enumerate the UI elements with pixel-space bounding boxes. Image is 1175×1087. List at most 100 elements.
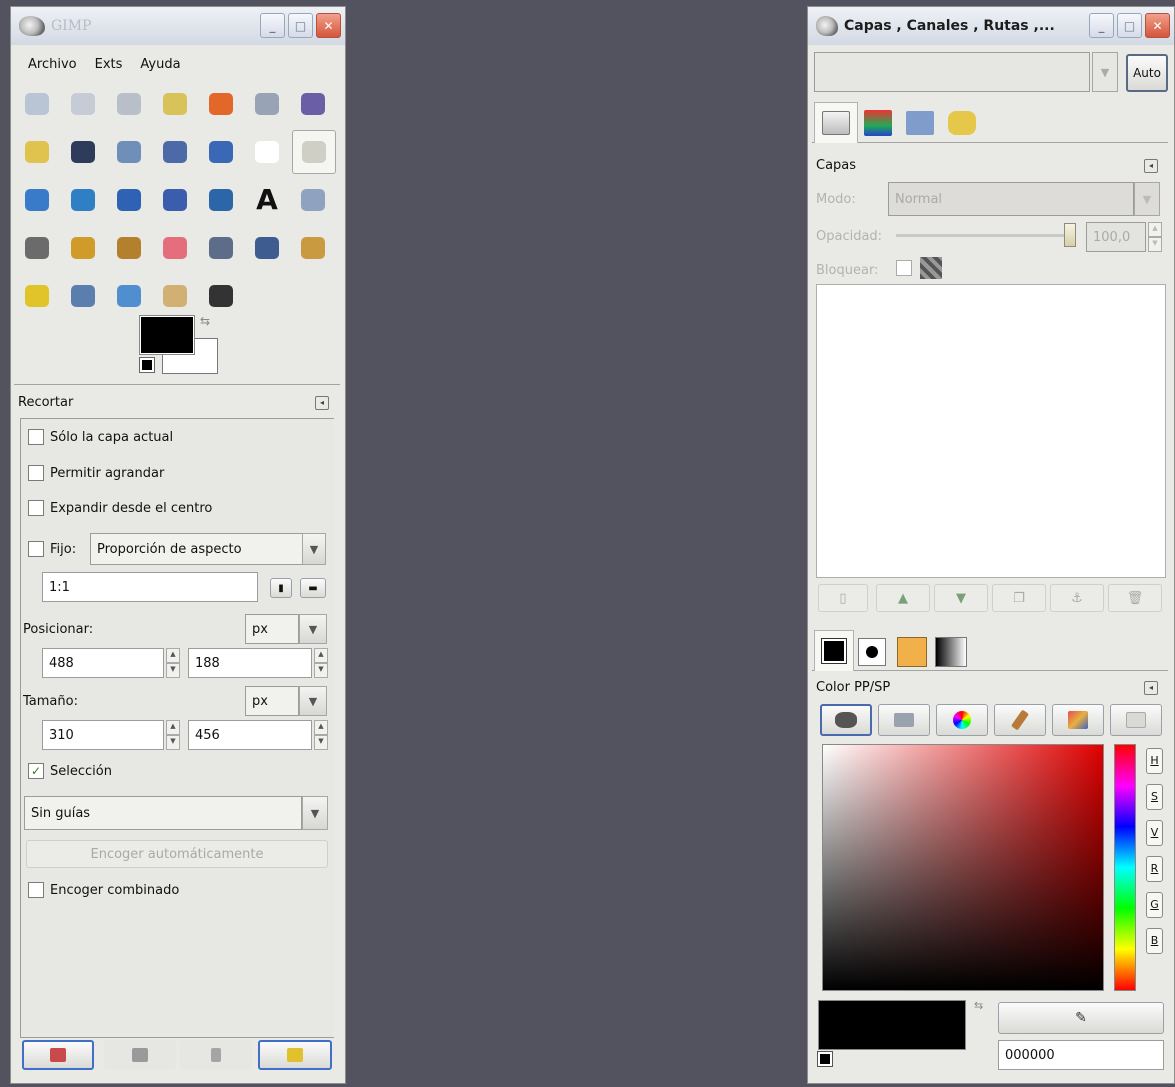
chevron-down-icon[interactable]: ▼ [299,614,327,644]
anchor-layer-button[interactable]: ⚓ [1050,584,1104,612]
tool-button[interactable] [60,272,106,320]
size-unit-dropdown[interactable]: px [245,686,299,716]
tab-paths[interactable] [900,104,940,142]
tool-button[interactable] [14,80,60,128]
delete-layer-button[interactable]: 🗑 [1108,584,1162,612]
position-x-spinner[interactable]: ▲ ▼ [166,648,180,678]
delete-options-button[interactable] [180,1040,252,1070]
tool-button[interactable] [292,130,336,174]
channel-toggle-h[interactable]: H [1146,748,1163,774]
position-y-input[interactable]: 188 [188,648,312,678]
position-x-input[interactable]: 488 [42,648,164,678]
maximize-button[interactable]: □ [288,13,313,38]
hex-input[interactable]: 000000 [998,1040,1164,1070]
tool-button[interactable] [106,80,152,128]
reset-options-button[interactable] [258,1040,332,1070]
tool-button[interactable] [198,128,244,176]
size-h-input[interactable]: 456 [188,720,312,750]
tool-button[interactable] [290,80,336,128]
tool-button[interactable] [198,272,244,320]
channel-toggle-v[interactable]: V [1146,820,1163,846]
tool-button[interactable] [14,224,60,272]
tool-button[interactable] [14,176,60,224]
checkbox-box[interactable] [28,882,44,898]
fixed-mode-dropdown[interactable]: Proporción de aspecto [90,533,304,565]
position-y-spinner[interactable]: ▲ ▼ [314,648,328,678]
chevron-down-icon[interactable]: ▼ [1092,52,1118,92]
tab-brushes[interactable] [854,634,890,670]
checkbox-box[interactable] [28,500,44,516]
layers-list[interactable] [816,284,1166,578]
size-w-spinner[interactable]: ▲ ▼ [166,720,180,750]
highlight-checkbox[interactable]: ✓ Selección [28,763,112,779]
lock-pixels-checkbox[interactable] [896,260,912,276]
landscape-icon[interactable]: ▬ [300,578,326,598]
colors-menu-icon[interactable]: ◂ [1144,681,1158,695]
eyedropper-button[interactable]: ✎ [998,1002,1164,1034]
tool-button[interactable] [60,224,106,272]
dock-titlebar[interactable]: Capas , Canales , Rutas ,... _ □ ✕ [808,7,1174,45]
tool-button[interactable] [60,128,106,176]
lock-alpha-icon[interactable] [920,257,942,279]
tool-button[interactable] [198,224,244,272]
tool-button[interactable] [60,80,106,128]
wheel-selector-button[interactable] [1110,704,1162,736]
triangle-selector-button[interactable] [936,704,988,736]
tab-channels[interactable] [858,104,898,142]
tool-button[interactable] [244,80,290,128]
fg-color-swatch[interactable] [818,1000,966,1050]
opacity-spinner[interactable]: ▲ ▼ [1148,222,1162,252]
swap-colors-icon[interactable]: ⇆ [200,314,210,328]
layers-menu-icon[interactable]: ◂ [1144,159,1158,173]
swap-colors-icon[interactable]: ⇆ [974,999,983,1012]
checkmark-icon[interactable]: ✓ [28,763,44,779]
new-layer-button[interactable]: ▯ [818,584,868,612]
default-colors-icon[interactable] [140,358,154,372]
maximize-button[interactable]: □ [1117,13,1142,38]
fixed-checkbox[interactable]: Fijo: [28,541,76,557]
restore-options-button[interactable] [104,1040,176,1070]
chevron-down-icon[interactable]: ▼ [302,796,328,830]
tool-button[interactable] [244,224,290,272]
hue-strip[interactable] [1114,744,1136,991]
tab-gradients[interactable] [932,634,970,670]
tab-fg-bg-colors[interactable] [814,630,854,671]
allow-growing-checkbox[interactable]: Permitir agrandar [28,465,164,481]
foreground-color-swatch[interactable] [140,316,194,354]
opacity-slider-track[interactable] [896,234,1076,237]
tool-button[interactable]: A [244,176,290,224]
mode-dropdown[interactable]: Normal [888,182,1134,216]
image-selector-dropdown[interactable] [814,52,1090,92]
close-button[interactable]: ✕ [1145,13,1170,38]
opacity-input[interactable]: 100,0 [1086,222,1146,252]
default-colors-icon[interactable] [818,1052,832,1066]
tool-button[interactable] [152,272,198,320]
tool-button[interactable] [152,176,198,224]
close-button[interactable]: ✕ [316,13,341,38]
chevron-down-icon[interactable]: ▼ [1134,182,1160,216]
tab-patterns[interactable] [894,634,930,670]
menu-exts[interactable]: Exts [95,57,123,72]
tool-button[interactable] [106,272,152,320]
tool-button[interactable] [106,128,152,176]
saturation-value-field[interactable] [822,744,1104,991]
chevron-down-icon[interactable]: ▼ [302,533,326,565]
raise-layer-button[interactable]: ▲ [876,584,930,612]
tool-options-menu-icon[interactable]: ◂ [315,396,329,410]
expand-from-center-checkbox[interactable]: Expandir desde el centro [28,500,212,516]
tool-button[interactable] [198,80,244,128]
duplicate-layer-button[interactable]: ❐ [992,584,1046,612]
save-options-button[interactable] [22,1040,94,1070]
aspect-ratio-input[interactable]: 1:1 [42,572,258,602]
scales-selector-button[interactable] [1052,704,1104,736]
opacity-slider-thumb[interactable] [1064,223,1076,247]
gimp-selector-button[interactable] [820,704,872,736]
chevron-down-icon[interactable]: ▼ [299,686,327,716]
tool-button[interactable] [106,176,152,224]
tool-button[interactable] [198,176,244,224]
channel-toggle-g[interactable]: G [1146,892,1163,918]
channel-toggle-s[interactable]: S [1146,784,1163,810]
position-unit-dropdown[interactable]: px [245,614,299,644]
tool-button[interactable] [152,128,198,176]
size-w-input[interactable]: 310 [42,720,164,750]
